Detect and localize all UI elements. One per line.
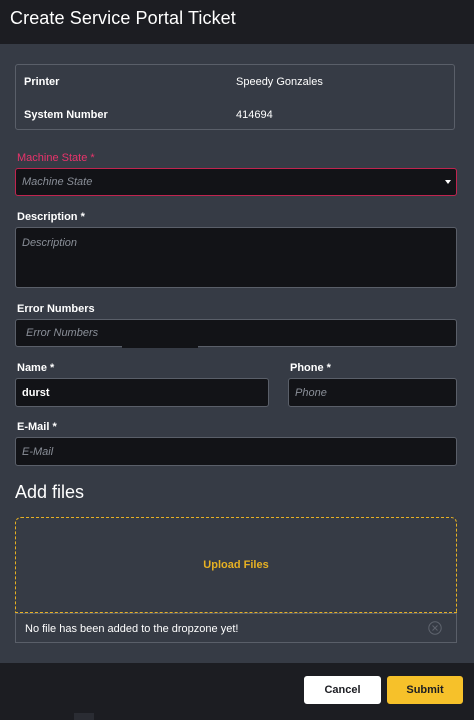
name-value: durst <box>22 386 50 399</box>
dialog-header: Create Service Portal Ticket <box>0 0 474 44</box>
resize-handle <box>74 713 94 720</box>
printer-value: Speedy Gonzales <box>236 76 323 88</box>
dialog-title: Create Service Portal Ticket <box>10 8 236 28</box>
error-numbers-placeholder: Error Numbers <box>26 327 99 339</box>
email-label: E-Mail * <box>17 421 57 433</box>
machine-state-label: Machine State * <box>17 152 95 164</box>
description-textarea[interactable]: Description <box>15 227 457 288</box>
submit-button[interactable]: Submit <box>387 676 463 704</box>
email-placeholder: E-Mail <box>22 445 54 458</box>
file-list-empty: No file has been added to the dropzone y… <box>15 613 457 643</box>
name-label: Name * <box>17 362 55 374</box>
name-input[interactable]: durst <box>15 378 269 407</box>
printer-info-box: Printer Speedy Gonzales System Number 41… <box>15 64 455 130</box>
phone-input[interactable]: Phone <box>288 378 457 407</box>
dialog-body: Printer Speedy Gonzales System Number 41… <box>0 44 474 663</box>
machine-state-placeholder: Machine State <box>22 176 93 188</box>
error-numbers-label: Error Numbers <box>17 303 95 315</box>
upload-files-link[interactable]: Upload Files <box>16 559 456 571</box>
close-icon[interactable] <box>428 621 442 635</box>
redaction-bar <box>122 340 198 348</box>
description-label: Description * <box>17 211 85 223</box>
system-number-label: System Number <box>24 109 108 121</box>
file-dropzone[interactable]: Upload Files <box>15 517 457 613</box>
empty-files-message: No file has been added to the dropzone y… <box>25 623 239 635</box>
chevron-down-icon[interactable] <box>445 180 451 184</box>
description-placeholder: Description <box>22 237 78 249</box>
email-input[interactable]: E-Mail <box>15 437 457 466</box>
machine-state-select[interactable]: Machine State <box>15 168 457 196</box>
system-number-value: 414694 <box>236 109 273 121</box>
phone-placeholder: Phone <box>295 386 327 399</box>
add-files-title: Add files <box>15 482 85 502</box>
printer-label: Printer <box>24 76 60 88</box>
phone-label: Phone * <box>290 362 331 374</box>
error-numbers-input[interactable]: Error Numbers <box>15 319 457 348</box>
dialog-footer: Cancel Submit <box>0 663 474 720</box>
cancel-button[interactable]: Cancel <box>304 676 381 704</box>
